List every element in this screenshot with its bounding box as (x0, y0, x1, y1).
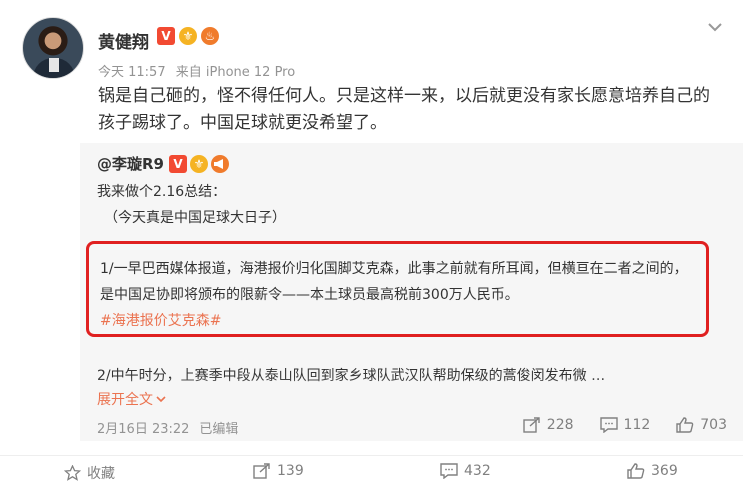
thumbs-up-icon (676, 417, 694, 433)
author-avatar[interactable] (22, 17, 84, 79)
medal-badge-icon[interactable]: ⚜ (179, 27, 197, 45)
share-icon (523, 417, 541, 433)
verified-v-icon[interactable]: V (169, 154, 187, 173)
chevron-down-icon (156, 395, 166, 403)
author-badges: V ⚜ ♨ (157, 27, 219, 45)
expand-label: 展开全文 (97, 392, 153, 408)
retweet-like-count: 703 (700, 417, 727, 433)
star-icon (64, 465, 81, 481)
comment-icon (599, 417, 618, 433)
post-source: 来自 iPhone 12 Pro (175, 65, 296, 80)
like-button[interactable]: 369 (627, 463, 678, 479)
share-icon (253, 463, 271, 479)
retweet-footer: 2月16日 23:22 已编辑 228 112 703 (97, 417, 727, 438)
retweet-author-name[interactable]: @李璇R9 (97, 153, 164, 174)
share-button[interactable]: 139 (253, 463, 304, 479)
thumbs-up-icon (627, 463, 645, 479)
like-count: 369 (651, 463, 678, 479)
post-text: 锅是自己砸的，怪不得任何人。只是这样一来，以后就更没有家长愿意培养自己的孩子踢球… (98, 86, 710, 133)
avatar-collar (49, 58, 59, 72)
post-meta: 今天 11:57 来自 iPhone 12 Pro (98, 61, 301, 80)
highlight-text-block: 1/一早巴西媒体报道，海港报价归化国脚艾克森，此事之前就有所耳闻，但横亘在二者之… (100, 256, 700, 334)
favorite-label: 收藏 (87, 466, 115, 482)
highlight-text: 1/一早巴西媒体报道，海港报价归化国脚艾克森，此事之前就有所耳闻，但横亘在二者之… (100, 261, 688, 303)
retweet-like-button[interactable]: 703 (676, 417, 727, 433)
retweet-item-2: 2/中午时分，上赛季中段从泰山队回到家乡球队武汉队帮助保级的蒿俊闵发布微 … (97, 368, 606, 384)
post-action-bar: 收藏 139 432 369 (0, 455, 743, 491)
hashtag-link[interactable]: #海港报价艾克森# (100, 313, 221, 329)
retweet-date-row: 2月16日 23:22 已编辑 (97, 418, 238, 437)
edited-label[interactable]: 已编辑 (199, 422, 238, 437)
highlight-box: 1/一早巴西媒体报道，海港报价归化国脚艾克森，此事之前就有所耳闻，但横亘在二者之… (86, 241, 709, 337)
retweet-summary-subtitle: （今天真是中国足球大日子） (104, 210, 286, 226)
verified-v-icon[interactable]: V (157, 27, 175, 45)
post-header: 黄健翔 V ⚜ ♨ 今天 11:57 来自 iPhone 12 Pro (0, 0, 743, 80)
retweet-share-button[interactable]: 228 (523, 417, 574, 433)
post-time[interactable]: 今天 11:57 (98, 65, 166, 80)
fire-badge-icon[interactable]: ♨ (201, 27, 219, 45)
megaphone-badge-icon[interactable] (211, 154, 229, 173)
share-count: 139 (277, 463, 304, 479)
retweet-actions: 228 112 703 (523, 417, 727, 433)
retweet-comment-count: 112 (623, 417, 651, 433)
retweet-summary-title: 我来做个2.16总结： (97, 184, 227, 200)
comment-icon (440, 463, 458, 479)
comment-button[interactable]: 432 (440, 463, 491, 479)
retweet-share-count: 228 (546, 417, 574, 433)
retweet-card[interactable]: @李璇R9 V ⚜ 我来做个2.16总结： （今天真是中国足球大日子） 1/一早… (80, 143, 743, 441)
chevron-down-icon[interactable] (707, 21, 723, 33)
comment-count: 432 (464, 463, 491, 479)
favorite-button[interactable]: 收藏 (64, 463, 115, 483)
expand-full-text-link[interactable]: 展开全文 (97, 389, 166, 409)
retweet-author-row: @李璇R9 V ⚜ (97, 153, 229, 174)
author-name[interactable]: 黄健翔 (98, 28, 149, 53)
retweet-comment-button[interactable]: 112 (599, 417, 651, 433)
retweet-date[interactable]: 2月16日 23:22 (97, 422, 189, 437)
medal-badge-icon[interactable]: ⚜ (190, 154, 208, 173)
